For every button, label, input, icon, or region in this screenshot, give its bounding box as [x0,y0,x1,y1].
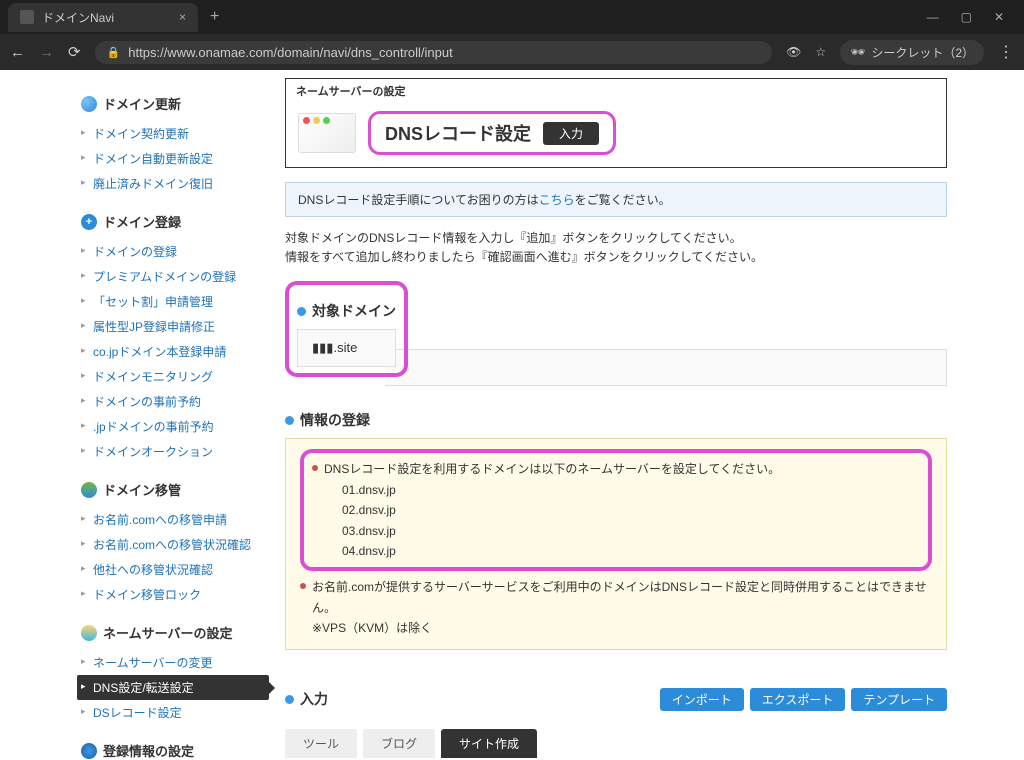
side-head-info: 登録情報の設定 [103,741,194,760]
sidebar-item[interactable]: お名前.comへの移管申請 [77,507,263,532]
close-window-icon[interactable]: ✕ [994,10,1004,24]
side-head-transfer: ドメイン移管 [103,480,181,499]
sidebar-item[interactable]: お名前.comへの移管状況確認 [77,532,263,557]
nameserver-entry: 02.dnsv.jp [342,500,920,520]
intro-line1: 対象ドメインのDNSレコード情報を入力し『追加』ボタンをクリックしてください。 [285,229,947,248]
lock-icon: 🔒 [107,46,121,59]
sidebar-item[interactable]: 「セット割」申請管理 [77,289,263,314]
tab-favicon [20,10,34,24]
notice-box: DNSレコード設定を利用するドメインは以下のネームサーバーを設定してください。 … [285,438,947,649]
incognito-badge[interactable]: 🕶 シークレット（2） [840,40,984,65]
sidebar: ドメイン更新 ドメイン契約更新ドメイン自動更新設定廃止済みドメイン復旧 ドメイン… [77,78,263,760]
side-head-ns: ネームサーバーの設定 [103,623,232,642]
side-head-register: ドメイン登録 [103,212,181,231]
new-tab-button[interactable]: + [202,8,227,26]
eye-off-icon[interactable]: 👁 [786,45,801,59]
tab-title: ドメインNavi [42,9,114,26]
cloud-icon [81,625,97,641]
info-banner: DNSレコード設定手順についてお困りの方はこちらをご覧ください。 [285,182,947,217]
sidebar-item[interactable]: 属性型JP登録申請修正 [77,314,263,339]
tab-tool[interactable]: ツール [285,729,357,758]
domain-highlight: 対象ドメイン ▮▮▮.site [285,281,408,377]
back-button[interactable]: ← [10,44,25,61]
star-icon[interactable]: ☆ [815,45,826,59]
sidebar-item[interactable]: 廃止済みドメイン復旧 [77,171,263,196]
window-controls: — ▢ ✕ [927,10,1016,24]
sidebar-item[interactable]: .jpドメインの事前予約 [77,414,263,439]
domain-value: ▮▮▮.site [297,329,396,367]
sidebar-item[interactable]: ドメイン自動更新設定 [77,146,263,171]
url-text: https://www.onamae.com/domain/navi/dns_c… [128,45,452,60]
tool-tabs: ツール ブログ サイト作成 [285,729,947,758]
side-head-renew: ドメイン更新 [103,94,181,113]
section-register: 情報の登録 [285,410,947,430]
tab-bar: ドメインNavi × + — ▢ ✕ [0,0,1024,34]
browser-chrome: ドメインNavi × + — ▢ ✕ ← → ⟳ 🔒 https://www.o… [0,0,1024,70]
sidebar-item[interactable]: 他社への移管状況確認 [77,557,263,582]
envelope-icon [298,113,356,153]
incognito-icon: 🕶 [850,45,865,59]
sidebar-item[interactable]: ドメイン移管ロック [77,582,263,607]
close-icon[interactable]: × [179,10,186,24]
help-link[interactable]: こちら [539,193,575,207]
nameserver-entry: 01.dnsv.jp [342,480,920,500]
sidebar-item[interactable]: ドメインの事前予約 [77,389,263,414]
nameserver-entry: 04.dnsv.jp [342,541,920,561]
intro-line2: 情報をすべて追加し終わりましたら『確認画面へ進む』ボタンをクリックしてください。 [285,248,947,267]
title-highlight: DNSレコード設定 入力 [368,111,616,155]
tab-site[interactable]: サイト作成 [441,729,537,758]
sidebar-item[interactable]: ドメイン契約更新 [77,121,263,146]
title-category: ネームサーバーの設定 [286,79,946,103]
reload-button[interactable]: ⟳ [68,43,81,61]
sidebar-item[interactable]: ドメインの登録 [77,239,263,264]
step-pill: 入力 [543,122,599,145]
section-domain: 対象ドメイン [297,301,396,321]
export-button[interactable]: エクスポート [750,688,846,711]
import-button[interactable]: インポート [660,688,744,711]
sidebar-item[interactable]: co.jpドメイン本登録申請 [77,339,263,364]
sidebar-item[interactable]: ドメインモニタリング [77,364,263,389]
title-box: ネームサーバーの設定 DNSレコード設定 入力 [285,78,947,168]
refresh-icon [81,96,97,112]
main-content: ネームサーバーの設定 DNSレコード設定 入力 DNSレコード設定手順についてお… [285,78,947,760]
browser-menu[interactable]: ⋮ [998,42,1014,62]
template-button[interactable]: テンプレート [851,688,947,711]
sidebar-item[interactable]: ネームサーバーの変更 [77,650,263,675]
sidebar-item[interactable]: ドメインオークション [77,439,263,464]
url-bar[interactable]: 🔒 https://www.onamae.com/domain/navi/dns… [95,41,773,64]
globe-icon [81,482,97,498]
sidebar-item[interactable]: プレミアムドメインの登録 [77,264,263,289]
forward-button[interactable]: → [39,44,54,61]
plus-icon [81,214,97,230]
nameserver-entry: 03.dnsv.jp [342,521,920,541]
sidebar-item[interactable]: DNS設定/転送設定 [77,675,269,700]
tab-blog[interactable]: ブログ [363,729,435,758]
section-input: 入力 [285,689,328,709]
maximize-icon[interactable]: ▢ [961,10,972,24]
page-title: DNSレコード設定 [385,120,531,146]
minimize-icon[interactable]: — [927,10,939,24]
nav-bar: ← → ⟳ 🔒 https://www.onamae.com/domain/na… [0,34,1024,70]
gear-icon [81,743,97,759]
nameserver-highlight: DNSレコード設定を利用するドメインは以下のネームサーバーを設定してください。 … [300,449,932,571]
sidebar-item[interactable]: DSレコード設定 [77,700,263,725]
browser-tab[interactable]: ドメインNavi × [8,3,198,32]
